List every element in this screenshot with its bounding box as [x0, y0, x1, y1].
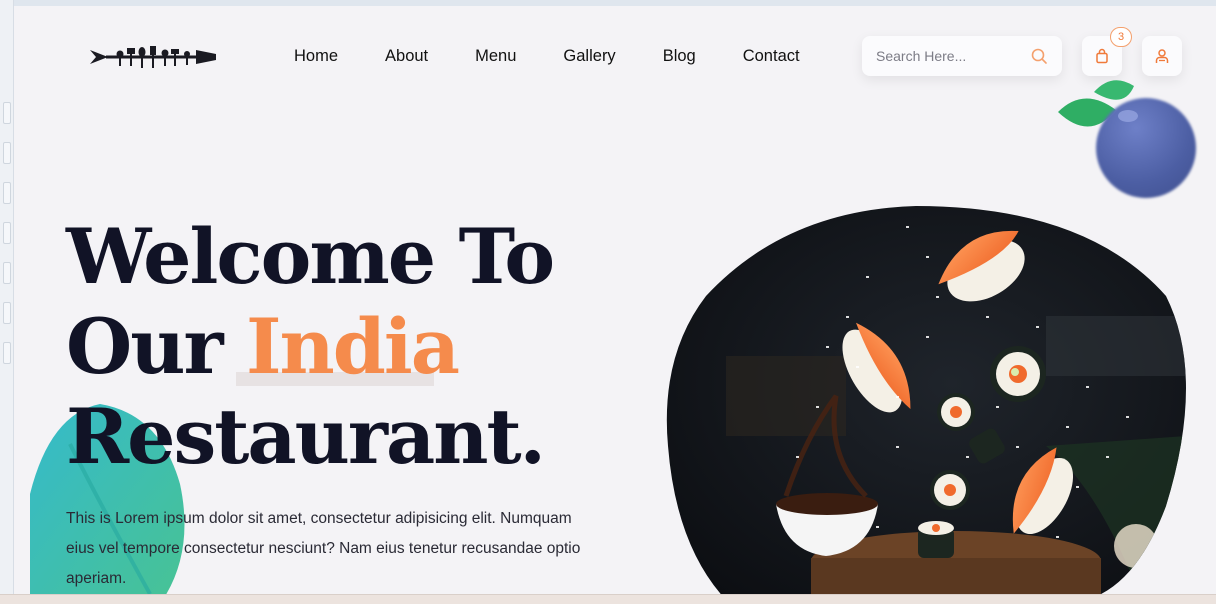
hero-title-line2: Our India: [66, 302, 460, 392]
nav-contact[interactable]: Contact: [743, 44, 800, 68]
nav-menu[interactable]: Menu: [475, 44, 516, 68]
edge-tick: [3, 102, 11, 124]
edge-tick: [3, 262, 11, 284]
nav-gallery[interactable]: Gallery: [563, 44, 615, 68]
nav-about[interactable]: About: [385, 44, 428, 68]
user-button[interactable]: [1142, 36, 1182, 76]
edge-tick: [3, 302, 11, 324]
maki-roll: [990, 346, 1046, 402]
restaurant-logo[interactable]: [88, 40, 218, 74]
search-box[interactable]: Search Here...: [862, 36, 1062, 76]
hero-title-line3: Restaurant.: [66, 392, 546, 481]
hero-title-accent: India: [245, 302, 460, 391]
cart-count-badge: 3: [1110, 27, 1132, 47]
left-edge-strip: [0, 0, 14, 604]
nav-blog[interactable]: Blog: [663, 44, 696, 68]
blueberry-shine: [1118, 110, 1138, 122]
search-input[interactable]: Search Here...: [876, 48, 1030, 64]
shopping-bag-icon: [1096, 48, 1108, 64]
taskbar-edge: [0, 594, 1216, 604]
hero-title-line1: Welcome To: [66, 212, 555, 301]
nav-home[interactable]: Home: [294, 44, 338, 68]
edge-tick: [3, 342, 11, 364]
hero-title-prefix: Our: [66, 302, 246, 391]
edge-tick: [3, 222, 11, 244]
main-nav: Home About Menu Gallery Blog Contact: [294, 44, 800, 68]
edge-tick: [3, 142, 11, 164]
hero-description: This is Lorem ipsum dolor sit amet, cons…: [66, 510, 581, 587]
search-icon[interactable]: [1030, 47, 1048, 65]
blueberry-decoration: [1096, 98, 1196, 198]
sushi-hero-image: [666, 206, 1186, 594]
page: Home About Menu Gallery Blog Contact Sea…: [14, 6, 1216, 594]
edge-tick: [3, 182, 11, 204]
user-icon: [1155, 49, 1169, 63]
